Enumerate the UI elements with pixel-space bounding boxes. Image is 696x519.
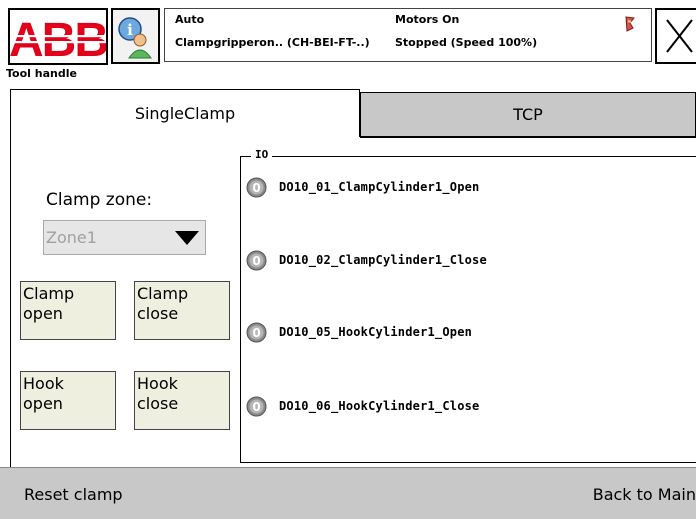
svg-text:ABB: ABB: [10, 14, 106, 63]
io-signal-row[interactable]: 0 DO10_06_HookCylinder1_Close: [246, 394, 479, 418]
tab-label: TCP: [513, 105, 543, 124]
reset-clamp-label: Reset clamp: [24, 484, 123, 504]
flag-icon: [625, 16, 635, 32]
operating-mode: Auto: [175, 13, 205, 26]
io-signal-row[interactable]: 0 DO10_05_HookCylinder1_Open: [246, 320, 472, 344]
status-panel[interactable]: Auto Clampgripperon.. (CH-BEI-FT-..) Mot…: [164, 8, 652, 62]
command-bar: Reset clamp Back to Main: [0, 467, 696, 519]
window-title: Tool handle: [6, 67, 77, 80]
hook-open-button[interactable]: Hook open: [20, 371, 116, 430]
hook-close-button[interactable]: Hook close: [134, 371, 230, 430]
button-label-line2: open: [23, 394, 63, 413]
clamp-zone-label: Clamp zone:: [46, 190, 153, 210]
io-signal-name: DO10_01_ClampCylinder1_Open: [279, 180, 480, 194]
clamp-close-button[interactable]: Clamp close: [134, 281, 230, 340]
tab-tcp[interactable]: TCP: [360, 92, 696, 137]
info-button[interactable]: i: [111, 8, 160, 64]
signal-led-icon: 0: [246, 396, 267, 416]
clamp-open-button[interactable]: Clamp open: [20, 281, 116, 340]
controller-state: Stopped (Speed 100%): [395, 36, 538, 49]
svg-text:0: 0: [252, 254, 260, 268]
svg-text:0: 0: [252, 400, 260, 414]
back-to-main-label: Back to Main: [592, 484, 696, 504]
abb-logo-graphic: ABB: [10, 14, 106, 63]
io-group-title: IO: [251, 148, 273, 161]
clamp-zone-value: Zone1: [46, 228, 97, 247]
header-bar: ABB i Auto Clampgripperon.. (CH-BEI-FT-.…: [0, 0, 696, 66]
io-signal-name: DO10_05_HookCylinder1_Open: [279, 325, 473, 339]
button-label-line2: open: [23, 304, 63, 323]
motors-state: Motors On: [395, 13, 460, 26]
tab-label: SingleClamp: [134, 104, 236, 123]
io-signal-row[interactable]: 0 DO10_02_ClampCylinder1_Close: [246, 248, 487, 272]
io-signal-row[interactable]: 0 DO10_01_ClampCylinder1_Open: [246, 175, 479, 199]
back-to-main-button[interactable]: Back to Main: [593, 468, 696, 519]
button-label-line1: Hook: [137, 374, 178, 393]
io-signal-name: DO10_06_HookCylinder1_Close: [279, 399, 480, 413]
tab-singleclamp[interactable]: SingleClamp: [10, 89, 360, 137]
svg-text:0: 0: [252, 181, 260, 195]
dropdown-arrow-icon[interactable]: [170, 223, 203, 252]
info-person-icon: i: [118, 17, 152, 59]
io-signal-name: DO10_02_ClampCylinder1_Close: [279, 253, 487, 267]
tab-divider: [360, 137, 696, 138]
active-task: Clampgripperon.. (CH-BEI-FT-..): [175, 36, 370, 49]
button-label-line1: Hook: [23, 374, 64, 393]
button-label-line1: Clamp: [23, 284, 75, 303]
panel-border: [10, 137, 11, 467]
svg-text:i: i: [127, 21, 133, 39]
button-label-line2: close: [137, 394, 179, 413]
reset-clamp-button[interactable]: Reset clamp: [24, 468, 123, 519]
button-label-line2: close: [137, 304, 179, 323]
abb-logo[interactable]: ABB: [8, 8, 108, 65]
close-icon: [666, 19, 693, 53]
signal-led-icon: 0: [246, 250, 267, 270]
signal-led-icon: 0: [246, 322, 267, 342]
signal-led-icon: 0: [246, 177, 267, 197]
close-button[interactable]: [655, 8, 696, 64]
button-label-line1: Clamp: [137, 284, 189, 303]
svg-text:0: 0: [252, 326, 260, 340]
clamp-zone-select[interactable]: Zone1: [43, 220, 206, 255]
